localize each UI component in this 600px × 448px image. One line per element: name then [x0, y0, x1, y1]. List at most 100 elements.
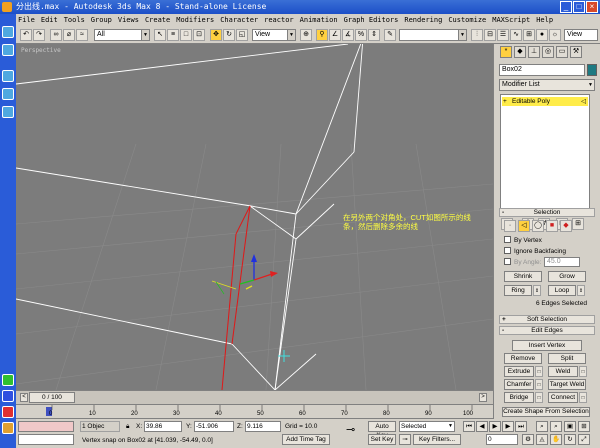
select-and-scale-icon[interactable]: ◱ [236, 29, 248, 41]
menu-views[interactable]: Views [118, 14, 139, 26]
tray-icon[interactable] [2, 374, 14, 386]
connect-button[interactable]: Connect [548, 392, 578, 403]
previous-frame-icon[interactable]: ◀ [476, 421, 488, 432]
weld-button[interactable]: Weld [548, 366, 578, 377]
selection-filter-select[interactable]: All ▼ [94, 29, 150, 41]
time-slider-track[interactable]: < 0 / 100 > [16, 390, 493, 404]
menu-reactor[interactable]: reactor [264, 14, 294, 26]
grow-button[interactable]: Grow [548, 271, 586, 282]
menu-maxscript[interactable]: MAXScript [492, 14, 530, 26]
soft-selection-rollout-header[interactable]: + Soft Selection [499, 315, 595, 324]
insert-vertex-button[interactable]: Insert Vertex [512, 340, 582, 351]
pan-icon[interactable]: ✋ [550, 434, 562, 445]
track-bar[interactable]: 0 10 20 30 40 50 60 70 80 90 100 [16, 404, 493, 419]
zoom-extents-icon[interactable]: ▣ [564, 421, 576, 432]
object-color-swatch[interactable] [587, 64, 597, 76]
modifier-list-dropdown[interactable]: Modifier List ▼ [499, 79, 595, 91]
unlink-icon[interactable]: ⌀ [63, 29, 75, 41]
time-configuration-icon[interactable]: ⚙ [522, 434, 534, 445]
tab-display[interactable]: ▭ [556, 46, 568, 58]
zoom-all-icon[interactable]: ⌕ [550, 421, 562, 432]
chamfer-settings-icon[interactable]: □ [535, 379, 543, 390]
undo-icon[interactable]: ↶ [20, 29, 32, 41]
menu-animation[interactable]: Animation [300, 14, 338, 26]
by-angle-checkbox[interactable]: By Angle: [504, 258, 541, 267]
named-selection-sets-select[interactable]: ▼ [399, 29, 467, 41]
snap-toggle-icon[interactable]: ∠ [329, 29, 341, 41]
material-editor-icon[interactable]: ● [536, 29, 548, 41]
select-and-rotate-icon[interactable]: ↻ [223, 29, 235, 41]
time-slider-thumb[interactable]: 0 / 100 [29, 392, 75, 403]
curve-editor-icon[interactable]: ∿ [510, 29, 522, 41]
ring-spinner[interactable]: ⇕ [533, 285, 541, 296]
configure-sets-icon[interactable]: ⊞ [572, 218, 584, 230]
arc-rotate-icon[interactable]: ↻ [564, 434, 576, 445]
mirror-icon[interactable]: ⫶ [471, 29, 483, 41]
maximize-viewport-icon[interactable]: ⤢ [578, 434, 590, 445]
minimize-button[interactable]: _ [560, 1, 572, 13]
pivot-center-icon[interactable]: ⊕ [300, 29, 312, 41]
edit-named-selection-icon[interactable]: ✎ [384, 29, 396, 41]
stack-item-editable-poly[interactable]: + Editable Poly ◁ [502, 97, 588, 106]
prev-frame-icon[interactable]: < [20, 393, 28, 402]
chamfer-button[interactable]: Chamfer [504, 379, 534, 390]
field-of-view-icon[interactable]: ◬ [536, 434, 548, 445]
menu-customize[interactable]: Customize [448, 14, 486, 26]
auto-key-button[interactable]: Auto Key [368, 421, 396, 439]
bridge-button[interactable]: Bridge [504, 392, 534, 403]
target-weld-button[interactable]: Target Weld [548, 379, 586, 390]
angle-snap-icon[interactable]: ∡ [342, 29, 354, 41]
select-by-name-icon[interactable]: ≡ [167, 29, 179, 41]
extrude-settings-icon[interactable]: □ [535, 366, 543, 377]
box02-wireframe[interactable] [16, 44, 363, 390]
edit-edges-rollout-header[interactable]: - Edit Edges [499, 326, 595, 335]
zoom-icon[interactable]: ⌕ [536, 421, 548, 432]
loop-button[interactable]: Loop [548, 285, 576, 296]
next-frame-icon[interactable]: ▶ [502, 421, 514, 432]
go-to-start-icon[interactable]: ⏮ [463, 421, 475, 432]
add-time-tag-button[interactable]: Add Time Tag [282, 434, 330, 445]
ring-button[interactable]: Ring [504, 285, 532, 296]
taskbar-app-icon[interactable] [2, 106, 14, 118]
tab-create[interactable]: * [500, 46, 512, 58]
bind-space-warp-icon[interactable]: ≈ [76, 29, 88, 41]
shrink-button[interactable]: Shrink [504, 271, 542, 282]
align-icon[interactable]: ⊟ [484, 29, 496, 41]
tray-icon[interactable] [2, 406, 14, 418]
loop-spinner[interactable]: ⇕ [577, 285, 585, 296]
layer-manager-icon[interactable]: ☰ [497, 29, 509, 41]
vertex-mode-icon[interactable]: · [504, 220, 516, 232]
tab-hierarchy[interactable]: ⊥ [528, 46, 540, 58]
render-view-select[interactable]: View [564, 29, 598, 41]
key-mode-select[interactable]: Selected ▼ [399, 421, 455, 432]
selection-rollout-header[interactable]: - Selection [499, 208, 595, 217]
taskbar-app-icon[interactable] [2, 70, 14, 82]
render-scene-icon[interactable]: ☼ [549, 29, 561, 41]
schematic-view-icon[interactable]: ⊞ [523, 29, 535, 41]
tray-icon[interactable] [2, 390, 14, 402]
ignore-backfacing-checkbox[interactable]: Ignore Backfacing [504, 247, 566, 256]
key-icon[interactable]: ⊸ [399, 434, 411, 445]
by-angle-field[interactable]: 45.0 [544, 257, 580, 267]
percent-snap-icon[interactable]: % [355, 29, 367, 41]
menu-rendering[interactable]: Rendering [404, 14, 442, 26]
menu-graph-editors[interactable]: Graph Editors [344, 14, 399, 26]
window-crossing-icon[interactable]: ⊡ [193, 29, 205, 41]
tab-motion[interactable]: ◎ [542, 46, 554, 58]
menu-file[interactable]: File [18, 14, 35, 26]
lock-selection-icon[interactable]: 🔒︎ [126, 422, 129, 431]
close-button[interactable]: × [586, 1, 598, 13]
taskbar-app-icon[interactable] [2, 44, 14, 56]
polygon-mode-icon[interactable]: ■ [546, 220, 558, 232]
next-frame-icon[interactable]: > [479, 393, 487, 402]
maxscript-mini-listener[interactable] [18, 434, 74, 445]
taskbar-app-icon[interactable] [2, 88, 14, 100]
menu-create[interactable]: Create [145, 14, 170, 26]
menu-edit[interactable]: Edit [41, 14, 58, 26]
y-coordinate-field[interactable]: -51.906 [194, 421, 234, 432]
weld-settings-icon[interactable]: □ [579, 366, 587, 377]
go-to-end-icon[interactable]: ⏭ [515, 421, 527, 432]
menu-tools[interactable]: Tools [64, 14, 85, 26]
key-filters-button[interactable]: Key Filters... [413, 434, 461, 445]
border-mode-icon[interactable]: ◯ [532, 220, 544, 232]
